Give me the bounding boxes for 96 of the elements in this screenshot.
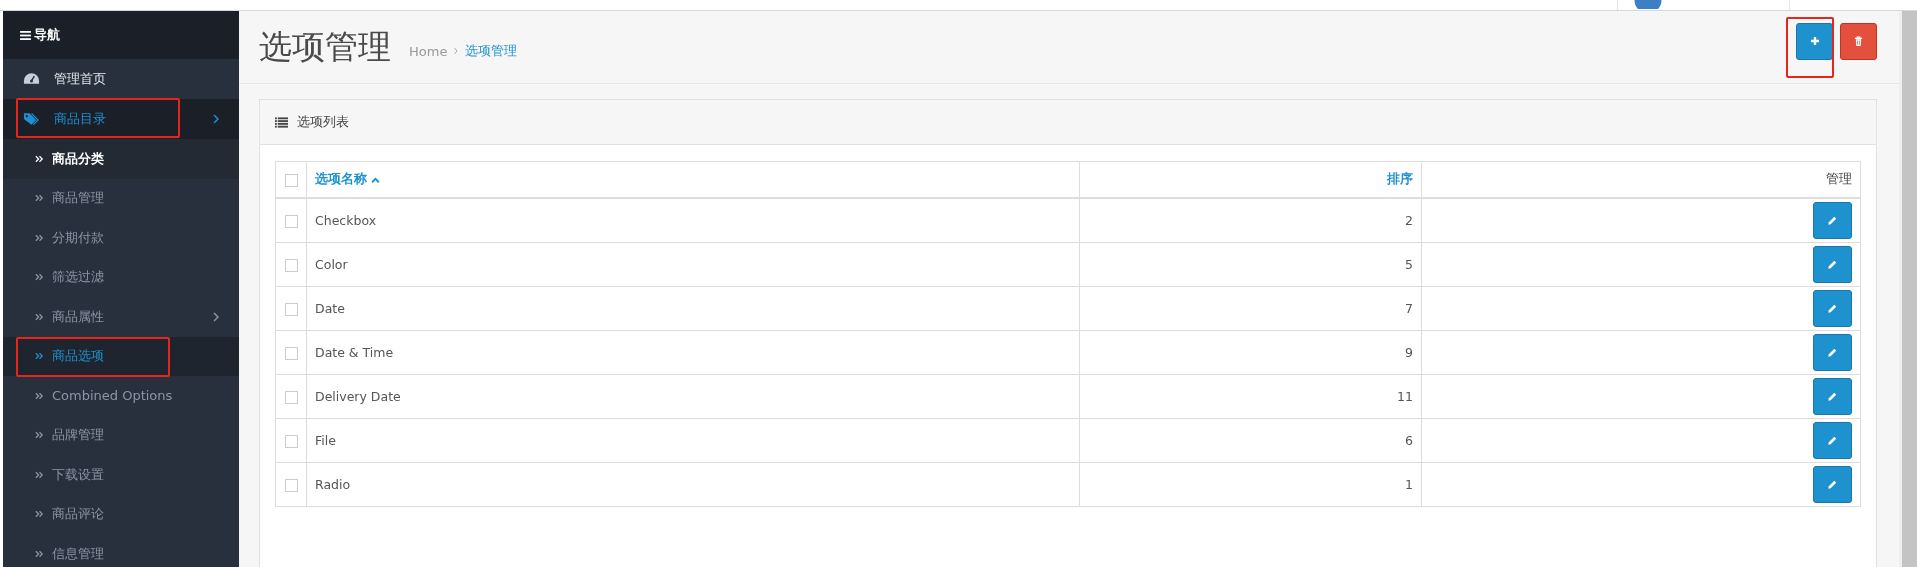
gauge-icon: [23, 72, 40, 86]
breadcrumb-separator-icon: [454, 47, 459, 55]
edit-button[interactable]: [1813, 466, 1852, 503]
nav-item[interactable]: 管理首页: [3, 59, 239, 99]
submenu-item[interactable]: 分期付款: [3, 218, 239, 258]
submenu-label: 分期付款: [52, 228, 105, 247]
submenu-item[interactable]: 下载设置: [3, 455, 239, 495]
column-header: 管理: [1826, 171, 1852, 188]
add-button[interactable]: [1796, 22, 1833, 60]
nav-item[interactable]: 商品目录: [3, 99, 239, 139]
double-chevron-icon: [35, 273, 44, 282]
submenu-item[interactable]: Combined Options: [3, 376, 239, 416]
submenu-label: 筛选过滤: [52, 268, 105, 287]
table-cell: Date: [315, 301, 345, 316]
submenu-label: 商品管理: [52, 189, 105, 208]
menu-icon: [20, 30, 31, 40]
row-checkbox[interactable]: [284, 259, 298, 272]
double-chevron-icon: [35, 233, 44, 242]
row-checkbox[interactable]: [284, 435, 298, 448]
submenu-label: 品牌管理: [52, 426, 105, 445]
double-chevron-icon: [35, 312, 44, 321]
page-title: 选项管理: [259, 25, 391, 68]
select-all-checkbox[interactable]: [284, 174, 298, 187]
chevron-icon: [213, 114, 219, 124]
submenu-item[interactable]: 商品管理: [3, 178, 239, 218]
submenu-label: 信息管理: [52, 544, 105, 563]
submenu-item[interactable]: 品牌管理: [3, 415, 239, 455]
double-chevron-icon: [35, 431, 44, 440]
table-cell: Delivery Date: [315, 389, 401, 404]
edit-button[interactable]: [1813, 422, 1852, 459]
table-cell: Radio: [315, 477, 351, 492]
submenu-item[interactable]: 商品属性: [3, 297, 239, 337]
trash-icon: [1854, 35, 1863, 47]
submenu-item[interactable]: 商品评论: [3, 494, 239, 534]
row-checkbox[interactable]: [284, 391, 298, 404]
table-cell: 5: [1405, 257, 1413, 272]
panel-title: 选项列表: [297, 113, 349, 131]
row-checkbox[interactable]: [284, 347, 298, 360]
column-header-link[interactable]: 选项名称: [315, 171, 367, 188]
double-chevron-icon: [35, 352, 44, 361]
nav-label: 商品目录: [54, 110, 107, 128]
submenu-label: 商品属性: [52, 307, 105, 326]
table-cell: Date & Time: [315, 345, 394, 360]
breadcrumb-link[interactable]: Home: [409, 43, 448, 59]
pencil-icon: [1827, 435, 1838, 446]
list-icon: [275, 116, 288, 128]
double-chevron-icon: [35, 194, 44, 203]
sort-caret-icon: [371, 176, 380, 183]
submenu-label: 商品评论: [52, 505, 105, 524]
column-header-link[interactable]: 排序: [1387, 171, 1413, 188]
tag-icon: [23, 112, 40, 126]
table-cell: 7: [1405, 301, 1413, 316]
highlight-frame: [1786, 16, 1834, 78]
submenu-item[interactable]: 信息管理: [3, 534, 239, 567]
submenu-label: 商品分类: [52, 149, 105, 168]
row-checkbox[interactable]: [284, 215, 298, 228]
chevron-icon: [213, 311, 219, 322]
pencil-icon: [1827, 479, 1838, 490]
submenu-item[interactable]: 筛选过滤: [3, 257, 239, 297]
submenu-item[interactable]: 商品分类: [3, 139, 239, 179]
pencil-icon: [1827, 259, 1838, 270]
breadcrumb-link[interactable]: 选项管理: [465, 42, 518, 60]
table-cell: File: [315, 433, 336, 448]
edit-button[interactable]: [1813, 202, 1852, 239]
nav-label: 管理首页: [54, 70, 107, 88]
table-cell: Color: [315, 257, 348, 272]
edit-button[interactable]: [1813, 246, 1852, 283]
row-checkbox[interactable]: [284, 479, 298, 492]
pencil-icon: [1827, 303, 1838, 314]
table-cell: 11: [1397, 389, 1413, 404]
avatar-icon[interactable]: [1634, 0, 1662, 9]
double-chevron-icon: [35, 391, 44, 400]
nav-title: 导航: [34, 26, 60, 44]
double-chevron-icon: [35, 154, 44, 163]
row-checkbox[interactable]: [284, 303, 298, 316]
double-chevron-icon: [35, 470, 44, 479]
submenu-label: 商品选项: [52, 347, 105, 366]
submenu-label: 下载设置: [52, 465, 105, 484]
table-cell: 1: [1405, 477, 1413, 492]
pencil-icon: [1827, 347, 1838, 358]
table-cell: 9: [1405, 345, 1413, 360]
double-chevron-icon: [35, 549, 44, 558]
submenu-item[interactable]: 商品选项: [3, 336, 239, 376]
edit-button[interactable]: [1813, 290, 1852, 327]
table-cell: 6: [1405, 433, 1413, 448]
table-cell: 2: [1405, 213, 1413, 228]
scrollbar[interactable]: [1899, 11, 1917, 567]
table-cell: Checkbox: [315, 213, 377, 228]
edit-button[interactable]: [1813, 334, 1852, 371]
edit-button[interactable]: [1813, 378, 1852, 415]
plus-icon: [1809, 36, 1820, 46]
double-chevron-icon: [35, 510, 44, 519]
pencil-icon: [1827, 215, 1838, 226]
pencil-icon: [1827, 391, 1838, 402]
delete-button[interactable]: [1840, 22, 1877, 60]
submenu-label: Combined Options: [52, 388, 174, 404]
